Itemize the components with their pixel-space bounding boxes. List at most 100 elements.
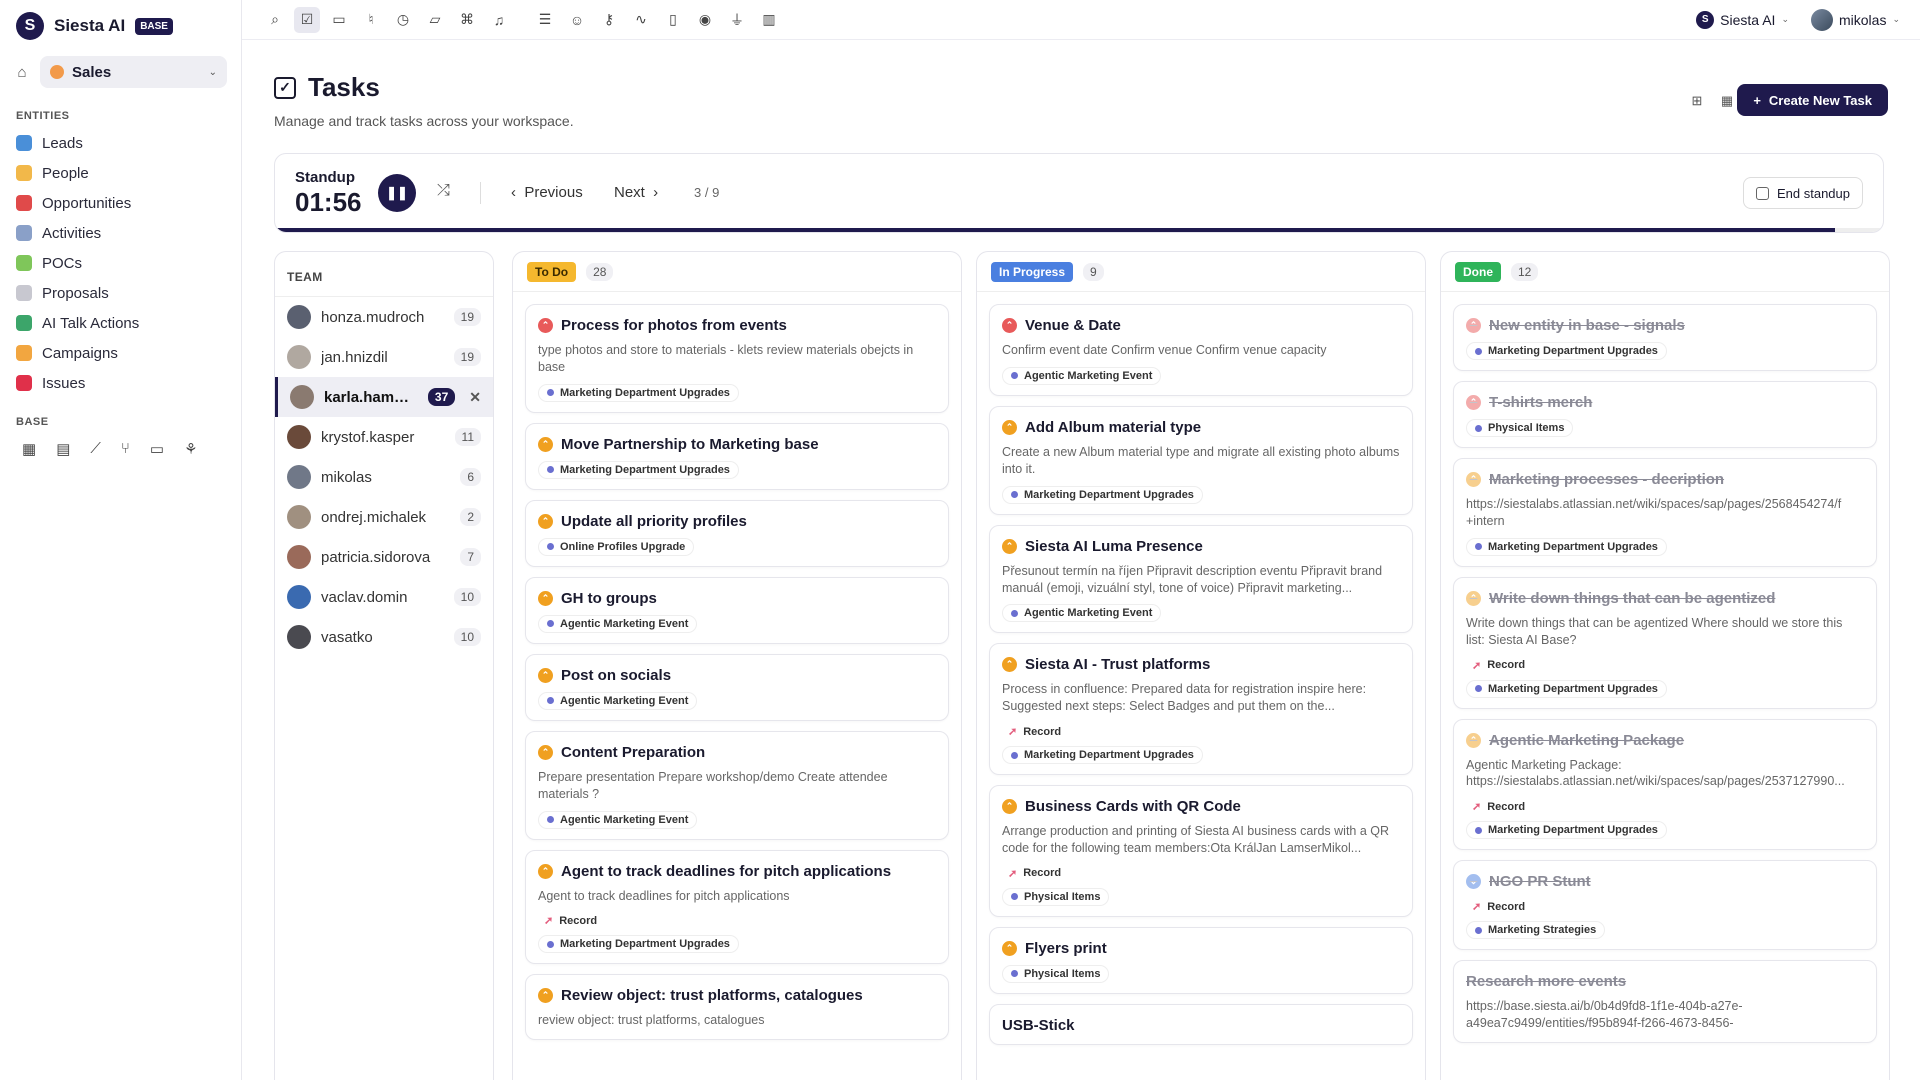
monitor-icon[interactable]: ▭ xyxy=(150,440,164,458)
task-card[interactable]: ⌄ NGO PR Stunt ➚ Record Marketing Strategies xyxy=(1453,860,1877,951)
project-tag[interactable]: Physical Items xyxy=(1002,887,1110,906)
task-card[interactable]: ⌃ Post on socials Agentic Marketing Event xyxy=(525,653,949,721)
team-member[interactable]: vaclav.domin 10 xyxy=(275,577,493,617)
grid-view-icon[interactable]: ⊞ xyxy=(1684,88,1710,114)
key-icon[interactable]: ⚷ xyxy=(596,7,622,33)
task-card[interactable]: ⌃ GH to groups Agentic Marketing Event xyxy=(525,576,949,644)
project-tag[interactable]: Agentic Marketing Event xyxy=(538,614,698,633)
users-icon[interactable]: ☺ xyxy=(564,7,590,33)
project-tag[interactable]: Marketing Department Upgrades xyxy=(1466,821,1667,840)
project-tag[interactable]: Online Profiles Upgrade xyxy=(538,537,695,556)
task-card[interactable]: ⌃ Add Album material type Create a new Alb… xyxy=(989,405,1413,515)
table-icon[interactable]: ▦ xyxy=(22,440,36,458)
team-member[interactable]: jan.hnizdil 19 xyxy=(275,337,493,377)
task-card[interactable]: ⌃ Process for photos from events type phot… xyxy=(525,304,949,413)
task-card[interactable]: ⌃ New entity in base - signals Marketing D… xyxy=(1453,304,1877,371)
branch-icon[interactable]: ⑂ xyxy=(121,440,130,458)
record-link[interactable]: ➚ Record xyxy=(1466,659,1864,672)
folder-icon[interactable]: ▱ xyxy=(422,7,448,33)
create-task-button[interactable]: + Create New Task xyxy=(1737,84,1888,116)
sidebar-item-campaigns[interactable]: Campaigns xyxy=(0,338,241,368)
project-tag[interactable]: Marketing Department Upgrades xyxy=(1002,746,1203,765)
table-view-icon[interactable]: ▦ xyxy=(1714,88,1740,114)
sidebar-item-activities[interactable]: Activities xyxy=(0,218,241,248)
previous-button[interactable]: ‹ Previous xyxy=(511,184,583,201)
project-tag[interactable]: Agentic Marketing Event xyxy=(538,810,698,829)
team-member[interactable]: vasatko 10 xyxy=(275,617,493,657)
pause-button[interactable]: ❚❚ xyxy=(378,174,416,212)
project-tag[interactable]: Marketing Department Upgrades xyxy=(538,383,739,402)
project-tag[interactable]: Marketing Department Upgrades xyxy=(1466,679,1667,698)
sidebar-item-pocs[interactable]: POCs xyxy=(0,248,241,278)
team-member[interactable]: krystof.kasper 11 xyxy=(275,417,493,457)
close-icon[interactable]: ✕ xyxy=(469,389,481,406)
task-card[interactable]: USB-Stick xyxy=(989,1003,1413,1045)
workspace-select[interactable]: Sales ⌄ xyxy=(40,56,227,88)
project-tag[interactable]: Physical Items xyxy=(1466,419,1574,437)
webhook-icon[interactable]: ⚘ xyxy=(184,440,197,458)
sidebar-item-people[interactable]: People xyxy=(0,158,241,188)
org-chart-icon[interactable]: ⌘ xyxy=(454,7,480,33)
search-icon[interactable]: ⌕ xyxy=(262,7,288,33)
record-link[interactable]: ➚ Record xyxy=(1002,725,1400,739)
record-link[interactable]: ➚ Record xyxy=(1002,867,1400,880)
task-card[interactable]: ⌃ Siesta AI - Trust platforms Process in c… xyxy=(989,643,1413,776)
task-card[interactable]: ⌃ Marketing processes - decription https:/… xyxy=(1453,458,1877,567)
brand[interactable]: S Siesta AI BASE xyxy=(0,0,241,52)
record-link[interactable]: ➚ Record xyxy=(538,914,936,928)
task-card[interactable]: ⌃ Agent to track deadlines for pitch appl… xyxy=(525,849,949,965)
record-link[interactable]: ➚ Record xyxy=(1466,900,1864,914)
end-standup-button[interactable]: End standup xyxy=(1742,177,1863,209)
task-card[interactable]: ⌃ Move Partnership to Marketing base Marke… xyxy=(525,422,949,490)
building-icon[interactable]: ▥ xyxy=(756,7,782,33)
shuffle-icon[interactable]: ⤮ xyxy=(437,182,450,200)
eye-icon[interactable]: ◉ xyxy=(692,7,718,33)
task-card[interactable]: ⌃ Content Preparation Prepare presentation… xyxy=(525,730,949,840)
team-member[interactable]: mikolas 6 xyxy=(275,457,493,497)
sidebar-item-opportunities[interactable]: Opportunities xyxy=(0,188,241,218)
project-tag[interactable]: Marketing Department Upgrades xyxy=(538,935,739,954)
task-card[interactable]: ⌃ Venue & Date Confirm event date Confirm … xyxy=(989,304,1413,396)
org-switcher[interactable]: S Siesta AI ⌄ xyxy=(1696,10,1789,29)
project-tag[interactable]: Agentic Marketing Event xyxy=(538,691,698,710)
chart-icon[interactable]: ⟋ xyxy=(90,440,101,458)
project-tag[interactable]: Marketing Department Upgrades xyxy=(1466,537,1667,556)
sidebar-item-proposals[interactable]: Proposals xyxy=(0,278,241,308)
task-card[interactable]: Research more events https://base.siesta.… xyxy=(1453,960,1877,1043)
document-icon[interactable]: ▤ xyxy=(56,440,70,458)
sidebar-item-leads[interactable]: Leads xyxy=(0,128,241,158)
plug-icon[interactable]: ⏚ xyxy=(724,7,750,33)
project-tag[interactable]: Agentic Marketing Event xyxy=(1002,366,1162,385)
record-link[interactable]: ➚ Record xyxy=(1466,800,1864,814)
clipboard-icon[interactable]: ▯ xyxy=(660,7,686,33)
sidebar-item-issues[interactable]: Issues xyxy=(0,368,241,398)
project-tag[interactable]: Marketing Department Upgrades xyxy=(1466,342,1667,360)
task-card[interactable]: ⌃ Flyers print Physical Items xyxy=(989,926,1413,994)
microphone-icon[interactable]: ♮ xyxy=(358,7,384,33)
activity-icon[interactable]: ∿ xyxy=(628,7,654,33)
sidebar-item-ai-talk-actions[interactable]: AI Talk Actions xyxy=(0,308,241,338)
project-tag[interactable]: Marketing Department Upgrades xyxy=(1002,485,1203,504)
task-card[interactable]: ⌃ Review object: trust platforms, catalog… xyxy=(525,974,949,1041)
next-button[interactable]: Next › xyxy=(614,184,658,201)
clock-icon[interactable]: ◷ xyxy=(390,7,416,33)
project-tag[interactable]: Physical Items xyxy=(1002,964,1110,983)
user-menu[interactable]: mikolas ⌄ xyxy=(1810,8,1900,31)
task-card[interactable]: ⌃ Siesta AI Luma Presence Přesunout termín… xyxy=(989,524,1413,634)
task-card[interactable]: ⌃ T-shirts merch Physical Items xyxy=(1453,381,1877,448)
home-icon[interactable]: ⌂ xyxy=(14,64,30,81)
chat-icon[interactable]: ▭ xyxy=(326,7,352,33)
task-card[interactable]: ⌃ Agentic Marketing Package Agentic Market… xyxy=(1453,718,1877,851)
tasks-icon[interactable]: ☑ xyxy=(294,6,320,33)
project-tag[interactable]: Agentic Marketing Event xyxy=(1002,604,1162,623)
team-member[interactable]: honza.mudroch 19 xyxy=(275,297,493,337)
team-member[interactable]: ondrej.michalek 2 xyxy=(275,497,493,537)
database-icon[interactable]: ☰ xyxy=(532,7,558,33)
project-tag[interactable]: Marketing Strategies xyxy=(1466,921,1606,940)
team-member[interactable]: karla.hambe... 37 ✕ xyxy=(275,377,493,417)
project-tag[interactable]: Marketing Department Upgrades xyxy=(538,460,739,479)
bell-icon[interactable]: ♫ xyxy=(486,7,512,33)
task-card[interactable]: ⌃ Update all priority profiles Online Prof… xyxy=(525,499,949,567)
team-member[interactable]: patricia.sidorova 7 xyxy=(275,537,493,577)
task-card[interactable]: ⌃ Write down things that can be agentized… xyxy=(1453,576,1877,709)
